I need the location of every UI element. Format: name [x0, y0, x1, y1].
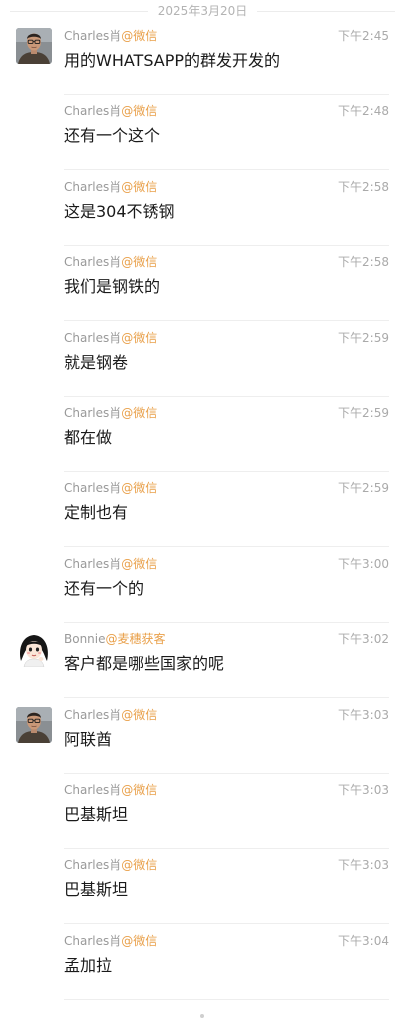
sender-name[interactable]: Charles肖 — [64, 934, 121, 948]
message-text[interactable]: 用的WHATSAPP的群发开发的 — [64, 49, 280, 73]
sender-org-tag: @微信 — [121, 707, 158, 722]
chat-history-page: 2025年3月20日 Charles肖@微信 下午2:45 用的WHATSAPP… — [0, 0, 405, 1024]
date-separator-label: 2025年3月20日 — [157, 4, 248, 18]
sender-line: Charles肖@微信 — [64, 857, 157, 873]
sender-org-tag: @微信 — [121, 255, 158, 270]
message-time: 下午3:02 — [338, 632, 389, 647]
sender-org-tag: @微信 — [121, 858, 158, 873]
sender-line: Charles肖@微信 — [64, 179, 157, 195]
sender-org-tag: @微信 — [121, 179, 158, 194]
sender-org-tag: @微信 — [121, 29, 158, 43]
message-text[interactable]: 客户都是哪些国家的呢 — [64, 652, 224, 676]
message-time: 下午3:00 — [338, 556, 389, 571]
message-row[interactable]: Charles肖@微信 下午2:58 这是304不锈钢 — [0, 171, 405, 246]
message-time: 下午2:58 — [338, 179, 389, 194]
sender-org-tag: @微信 — [121, 406, 158, 420]
message-time: 下午3:04 — [338, 933, 389, 948]
charles-avatar[interactable] — [16, 28, 52, 64]
message-time: 下午2:59 — [338, 406, 389, 420]
message-text[interactable]: 阿联酋 — [64, 728, 112, 752]
message-row[interactable]: Charles肖@微信 下午3:04 孟加拉 — [0, 925, 405, 1000]
sender-org-tag: @微信 — [121, 481, 158, 496]
sender-line: Bonnie@麦穗获客 — [64, 631, 166, 647]
message-text[interactable]: 巴基斯坦 — [64, 803, 128, 827]
sender-org-tag: @微信 — [121, 933, 158, 948]
sender-org-tag: @麦穗获客 — [105, 632, 166, 647]
message-text[interactable]: 都在做 — [64, 426, 112, 450]
sender-name[interactable]: Charles肖 — [64, 104, 121, 118]
sender-org-tag: @微信 — [121, 783, 158, 797]
date-separator-line-right — [257, 10, 396, 12]
sender-name[interactable]: Charles肖 — [64, 406, 121, 420]
sender-name[interactable]: Charles肖 — [64, 331, 121, 345]
message-row[interactable]: Charles肖@微信 下午2:59 都在做 — [0, 397, 405, 472]
message-row[interactable]: Charles肖@微信 下午3:03 阿联酋 — [0, 699, 405, 774]
message-time: 下午3:03 — [338, 783, 389, 797]
message-row[interactable]: Charles肖@微信 下午2:45 用的WHATSAPP的群发开发的 — [0, 20, 405, 95]
message-time: 下午2:59 — [338, 481, 389, 496]
message-time: 下午2:58 — [338, 255, 389, 270]
message-text[interactable]: 定制也有 — [64, 501, 128, 525]
message-row[interactable]: Charles肖@微信 下午3:03 巴基斯坦 — [0, 849, 405, 925]
date-separator-line-left — [10, 10, 148, 12]
message-text[interactable]: 孟加拉 — [64, 954, 112, 978]
message-divider — [64, 998, 389, 1000]
message-row[interactable]: Charles肖@微信 下午2:48 还有一个这个 — [0, 95, 405, 171]
sender-line: Charles肖@微信 — [64, 103, 157, 119]
date-separator: 2025年3月20日 — [0, 0, 405, 22]
sender-line: Charles肖@微信 — [64, 782, 157, 798]
message-row[interactable]: Bonnie@麦穗获客 下午3:02 客户都是哪些国家的呢 — [0, 623, 405, 699]
message-text[interactable]: 我们是钢铁的 — [64, 275, 160, 299]
message-row[interactable]: Charles肖@微信 下午2:58 我们是钢铁的 — [0, 246, 405, 322]
sender-name[interactable]: Charles肖 — [64, 858, 121, 872]
sender-name[interactable]: Bonnie — [64, 632, 106, 646]
bonnie-avatar[interactable] — [16, 631, 52, 668]
message-text[interactable]: 巴基斯坦 — [64, 878, 128, 902]
message-time: 下午3:03 — [338, 858, 389, 873]
message-time: 下午2:59 — [338, 330, 389, 345]
sender-line: Charles肖@微信 — [64, 480, 157, 496]
message-text[interactable]: 就是钢卷 — [64, 351, 128, 375]
sender-line: Charles肖@微信 — [64, 330, 157, 346]
sender-name[interactable]: Charles肖 — [64, 29, 121, 43]
sender-org-tag: @微信 — [121, 104, 158, 119]
message-time: 下午2:45 — [338, 29, 389, 43]
message-row[interactable]: Charles肖@微信 下午3:03 巴基斯坦 — [0, 774, 405, 849]
message-row[interactable]: Charles肖@微信 下午3:00 还有一个的 — [0, 548, 405, 623]
sender-name[interactable]: Charles肖 — [64, 180, 121, 194]
sender-line: Charles肖@微信 — [64, 28, 157, 44]
sender-org-tag: @微信 — [121, 330, 158, 345]
message-time: 下午2:48 — [338, 104, 389, 119]
charles-avatar[interactable] — [16, 706, 52, 743]
sender-org-tag: @微信 — [121, 556, 158, 571]
sender-line: Charles肖@微信 — [64, 254, 157, 270]
message-row[interactable]: Charles肖@微信 下午2:59 就是钢卷 — [0, 322, 405, 397]
message-text[interactable]: 这是304不锈钢 — [64, 200, 175, 224]
message-text[interactable]: 还有一个这个 — [64, 124, 160, 148]
sender-name[interactable]: Charles肖 — [64, 783, 121, 797]
sender-line: Charles肖@微信 — [64, 405, 157, 421]
sender-name[interactable]: Charles肖 — [64, 481, 121, 495]
sender-name[interactable]: Charles肖 — [64, 255, 121, 269]
message-row[interactable]: Charles肖@微信 下午2:59 定制也有 — [0, 472, 405, 548]
scroll-indicator — [200, 1014, 204, 1018]
sender-line: Charles肖@微信 — [64, 556, 157, 572]
sender-line: Charles肖@微信 — [64, 933, 157, 949]
sender-name[interactable]: Charles肖 — [64, 557, 121, 571]
sender-name[interactable]: Charles肖 — [64, 708, 121, 722]
message-time: 下午3:03 — [338, 707, 389, 722]
message-text[interactable]: 还有一个的 — [64, 577, 144, 601]
sender-line: Charles肖@微信 — [64, 707, 157, 723]
